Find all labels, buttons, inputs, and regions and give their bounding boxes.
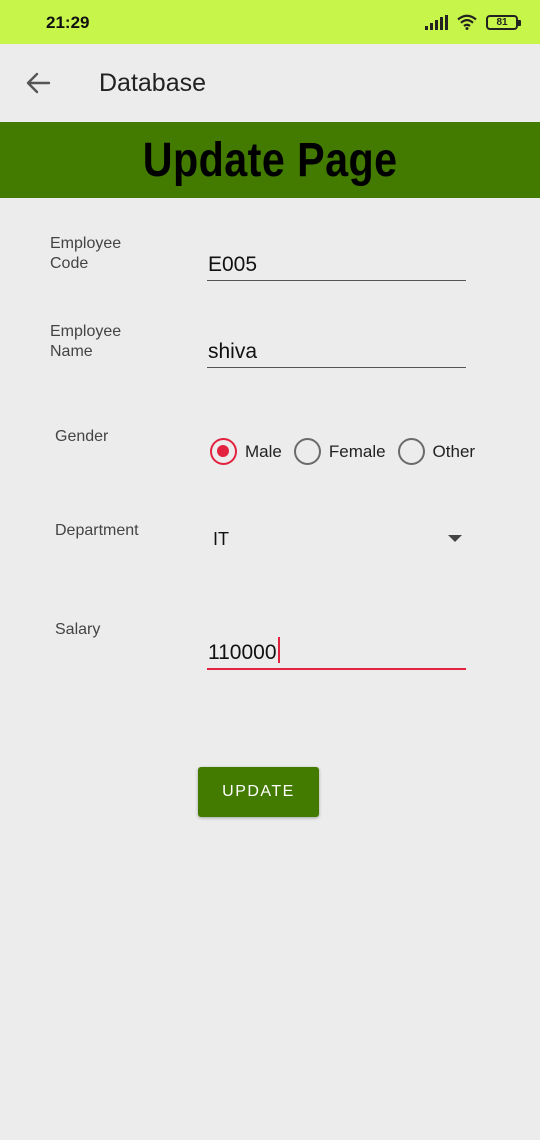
app-title: Database <box>99 69 207 97</box>
status-bar: 21:29 81 <box>0 0 540 44</box>
battery-level: 81 <box>496 16 508 28</box>
employee-name-label: Employee Name <box>50 323 122 360</box>
wifi-icon <box>457 14 477 30</box>
gender-option-other[interactable]: Other <box>397 438 476 465</box>
employee-code-value: E005 <box>208 253 258 276</box>
page-title: Update Page <box>142 133 398 187</box>
department-dropdown[interactable]: IT <box>207 520 472 558</box>
gender-label: Gender <box>55 428 109 445</box>
employee-code-field[interactable]: E005 <box>207 251 466 281</box>
employee-code-label: Employee Code <box>50 235 122 272</box>
arrow-left-icon[interactable] <box>24 69 52 97</box>
radio-checked-icon <box>210 438 237 465</box>
gender-option-male[interactable]: Male <box>210 438 282 465</box>
gender-option-label: Female <box>328 441 386 461</box>
text-cursor <box>277 637 280 663</box>
gender-radio-group: Male Female Other <box>210 438 487 465</box>
salary-input-text: 110000 <box>208 637 280 665</box>
employee-name-field[interactable]: shiva <box>207 338 466 368</box>
gender-option-label: Other <box>432 441 476 461</box>
salary-label: Salary <box>55 621 101 638</box>
gender-option-female[interactable]: Female <box>293 438 386 465</box>
battery-icon: 81 <box>486 14 521 30</box>
department-value: IT <box>213 529 229 549</box>
salary-field[interactable]: 110000 <box>207 637 466 670</box>
department-label: Department <box>55 522 139 539</box>
app-bar: Database <box>0 44 540 122</box>
dropdown-arrow-icon <box>448 535 462 542</box>
status-icons: 81 <box>425 14 521 30</box>
employee-name-value: shiva <box>208 340 258 363</box>
signal-icon <box>425 14 448 30</box>
gender-option-label: Male <box>245 441 282 461</box>
radio-unchecked-icon <box>397 438 425 465</box>
update-button[interactable]: UPDATE <box>198 767 319 817</box>
status-time: 21:29 <box>46 13 90 32</box>
salary-value: 110000 <box>208 641 277 664</box>
page-banner: Update Page <box>0 122 540 198</box>
radio-unchecked-icon <box>293 438 321 465</box>
